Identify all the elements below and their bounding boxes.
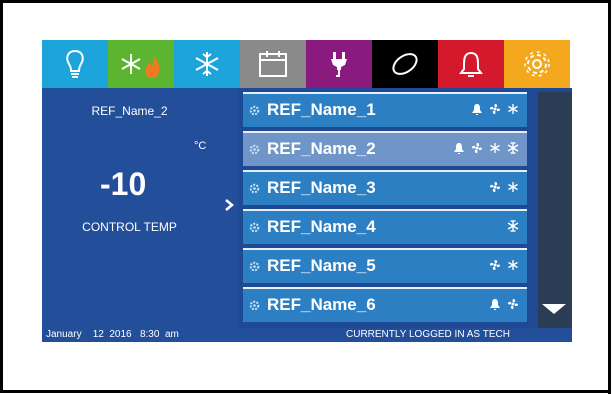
frame-edge (0, 390, 611, 393)
scrollbar[interactable] (538, 92, 572, 328)
fan-icon (490, 104, 500, 114)
list-item-label: REF_Name_3 (267, 178, 376, 197)
temperature-label: CONTROL TEMP (82, 220, 177, 234)
list-item[interactable]: REF_Name_1 (243, 92, 527, 127)
fan-icon (508, 299, 518, 309)
detail-panel: REF_Name_2 °C -10 CONTROL TEMP (42, 88, 238, 328)
plug-icon (331, 52, 347, 77)
bell-icon (454, 143, 464, 154)
list-item[interactable]: REF_Name_2 (243, 131, 527, 166)
lightbulb-icon (66, 49, 84, 78)
tab-schedule[interactable] (240, 40, 306, 88)
snowflake-icon (508, 104, 518, 114)
list-item[interactable]: REF_Name_5 (243, 248, 527, 283)
tab-bar (42, 40, 572, 88)
list-item-label: REF_Name_2 (267, 139, 376, 158)
list-item[interactable]: REF_Name_3 (243, 170, 527, 205)
list-item-label: REF_Name_6 (267, 295, 376, 314)
scroll-down-icon[interactable] (540, 302, 568, 316)
tab-power[interactable] (306, 40, 372, 88)
gear-icon (249, 105, 260, 116)
ref-list: REF_Name_1 REF_Name_2 REF_Name_3 REF_Name_4… (243, 92, 538, 328)
status-icons (453, 142, 519, 154)
gear-icon (249, 144, 260, 155)
status-bar: January 12 2016 8:30 am CURRENTLY LOGGED… (42, 328, 572, 342)
list-item-label: REF_Name_4 (267, 217, 376, 236)
controller-screen: REF_Name_2 °C -10 CONTROL TEMP REF_Name_… (42, 40, 572, 342)
list-item-label: REF_Name_1 (267, 100, 376, 119)
temperature-value: -10 (100, 166, 147, 202)
snowflake-icon (508, 260, 518, 270)
gear-icon (249, 183, 260, 194)
list-item[interactable]: REF_Name_6 (243, 287, 527, 322)
heat-cool-icon (121, 54, 160, 78)
temperature-unit: °C (194, 140, 207, 152)
tab-heat-cool[interactable] (108, 40, 174, 88)
status-icons (489, 259, 519, 271)
tab-alarms[interactable] (438, 40, 504, 88)
status-icons (507, 220, 519, 232)
defrost-icon (507, 142, 519, 154)
chevron-right-icon[interactable] (222, 198, 236, 212)
selected-ref-name: REF_Name_2 (91, 104, 168, 118)
defrost-icon (507, 220, 519, 232)
bell-icon (472, 104, 482, 115)
gear-icon (249, 261, 260, 272)
fan-icon (490, 260, 500, 270)
snowflake-icon (508, 182, 518, 192)
gear-icon (249, 300, 260, 311)
status-icons (471, 103, 519, 115)
tab-lighting[interactable] (42, 40, 108, 88)
status-datetime: January 12 2016 8:30 am (46, 329, 179, 340)
oval-icon (392, 53, 418, 75)
gear-icon (524, 51, 550, 77)
tab-sensor[interactable] (372, 40, 438, 88)
bell-icon (490, 299, 500, 310)
snowflake-icon (490, 143, 500, 153)
list-item[interactable]: REF_Name_4 (243, 209, 527, 244)
calendar-icon (259, 51, 287, 77)
list-item-label: REF_Name_5 (267, 256, 376, 275)
fan-icon (490, 182, 500, 192)
status-user: CURRENTLY LOGGED IN AS TECH (346, 329, 510, 340)
gear-icon (249, 222, 260, 233)
snowflake-icon (195, 52, 219, 76)
bell-icon (459, 51, 483, 77)
frame-edge (608, 0, 611, 394)
fan-icon (472, 143, 482, 153)
tab-refrigeration[interactable] (174, 40, 240, 88)
status-icons (489, 181, 519, 193)
status-icons (489, 298, 519, 310)
tab-settings[interactable] (504, 40, 570, 88)
